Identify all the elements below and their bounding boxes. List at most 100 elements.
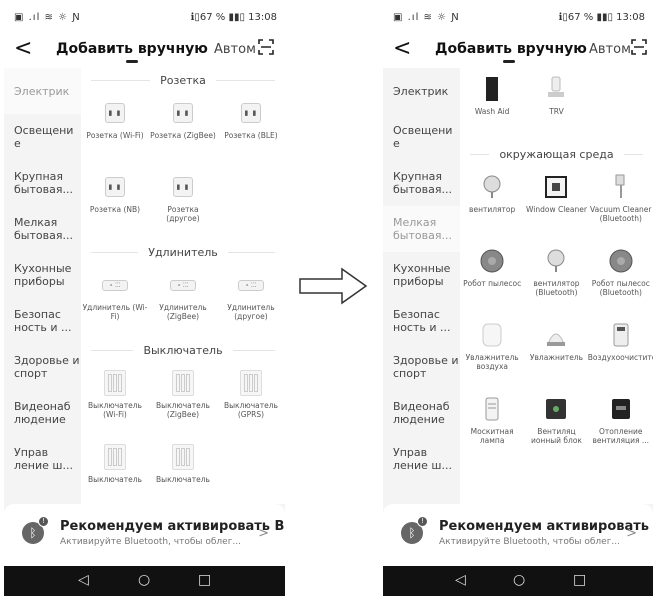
bluetooth-banner[interactable]: ᛒ ! Рекомендуем активировать Bl... Актив… — [383, 504, 653, 566]
nav-back-icon[interactable]: ◁ — [455, 572, 466, 588]
device-label: Window Cleaner — [526, 205, 587, 214]
sidebar-item-security[interactable]: Безопас ность и ... — [4, 298, 81, 344]
status-icons: ▣ .ıl ≋ ☼ Ɲ — [14, 12, 81, 23]
nav-home-icon[interactable]: ○ — [138, 572, 150, 588]
device-switch[interactable]: Выключатель — [81, 436, 149, 504]
device-robot-vacuum-bt[interactable]: Робот пылесос (Bluetooth) — [589, 240, 653, 314]
device-strip-other[interactable]: ∘ ⁚⁚⁚ Удлинитель (другое) — [217, 264, 285, 338]
device-strip-wifi[interactable]: ∘ ⁚⁚⁚ Удлинитель (Wi-Fi) — [81, 264, 149, 338]
device-socket-nb[interactable]: ▮ ▮ Розетка (NB) — [81, 166, 149, 240]
active-tab-indicator — [503, 60, 515, 63]
robot-vacuum-icon — [480, 249, 504, 273]
tab-manual[interactable]: Добавить вручную — [56, 41, 208, 57]
back-button[interactable]: < — [14, 38, 32, 60]
device-switch-wifi[interactable]: Выключатель (Wi-Fi) — [81, 362, 149, 436]
window-cleaner-icon — [545, 176, 568, 198]
ventilation-icon — [546, 399, 567, 419]
device-socket-zigbee[interactable]: ▮ ▮ Розетка (ZigBee) — [149, 92, 217, 166]
device-air-humidifier[interactable]: Увлажнитель воздуха — [460, 314, 524, 388]
humidifier-icon — [482, 323, 502, 347]
tab-auto[interactable]: Автом — [214, 42, 256, 57]
section-title: Выключатель — [143, 343, 223, 357]
nav-back-icon[interactable]: ◁ — [78, 572, 89, 588]
thermostat-icon — [611, 399, 630, 419]
section-header: Розетка — [81, 68, 285, 92]
bluetooth-banner[interactable]: ᛒ ! Рекомендуем активировать Bl... Актив… — [4, 504, 285, 566]
device-label: Воздухоочиститель — [587, 353, 653, 362]
device-label: Розетка (Wi-Fi) — [86, 131, 144, 140]
device-label: Удлинитель (другое) — [227, 303, 275, 321]
transition-arrow-icon — [299, 267, 368, 305]
sidebar-item-health[interactable]: Здоровье и спорт — [4, 344, 81, 390]
device-fan[interactable]: вентилятор — [460, 166, 524, 240]
device-switch-gprs[interactable]: Выключатель (GPRS) — [217, 362, 285, 436]
phone-screen-right: ▣ .ıl ≋ ☼ Ɲ ℹ▯67 % ▮▮▯ 13:08 < Добавить … — [383, 0, 653, 596]
device-mosquito-lamp[interactable]: Москитная лампа — [460, 388, 524, 462]
device-trv[interactable]: TRV — [524, 68, 588, 142]
sidebar-item-video[interactable]: Видеонаб людение — [383, 390, 460, 436]
sidebar-item-lighting[interactable]: Освещени е — [4, 114, 81, 160]
sidebar-item-large-appliances[interactable]: Крупная бытовая... — [383, 160, 460, 206]
chevron-right-icon[interactable]: > — [258, 526, 269, 541]
sidebar-item-health[interactable]: Здоровье и спорт — [383, 344, 460, 390]
banner-subtitle: Активируйте Bluetooth, чтобы облег... — [60, 537, 242, 547]
humidifier-icon — [547, 333, 566, 346]
device-label: Розетка (BLE) — [224, 131, 278, 140]
sidebar-item-kitchen[interactable]: Кухонные приборы — [4, 252, 81, 298]
alert-badge: ! — [38, 516, 49, 527]
chevron-right-icon[interactable]: > — [626, 526, 637, 541]
device-air-purifier[interactable]: Воздухоочиститель — [587, 314, 653, 388]
device-switch[interactable]: Выключатель — [149, 436, 217, 504]
device-ventilation-unit[interactable]: Вентиляц ионный блок — [524, 388, 588, 462]
banner-title: Рекомендуем активировать Bl... — [439, 519, 653, 534]
device-humidifier[interactable]: Увлажнитель — [524, 314, 588, 388]
app-header: < Добавить вручную Автом — [383, 36, 653, 68]
socket-icon: ▮ ▮ — [172, 177, 193, 197]
device-wash-aid[interactable]: Wash Aid — [460, 68, 524, 142]
nav-recent-icon[interactable]: □ — [573, 572, 586, 588]
section-header: окружающая среда — [460, 142, 653, 166]
sidebar-item-kitchen[interactable]: Кухонные приборы — [383, 252, 460, 298]
sidebar-item-electric[interactable]: Электрик — [4, 68, 81, 114]
robot-vacuum-icon — [609, 249, 633, 273]
power-strip-icon: ∘ ⁚⁚⁚ — [237, 279, 264, 291]
status-battery-time: ℹ▯67 % ▮▮▯ 13:08 — [190, 12, 277, 23]
device-strip-zigbee[interactable]: ∘ ⁚⁚⁚ Удлинитель (ZigBee) — [149, 264, 217, 338]
sidebar-item-small-appliances[interactable]: Мелкая бытовая... — [383, 206, 460, 252]
switch-icon — [171, 444, 194, 470]
device-heating-ventilation[interactable]: Отопление вентиляция ... — [589, 388, 653, 462]
wash-aid-icon — [486, 77, 499, 101]
sidebar-item-large-appliances[interactable]: Крупная бытовая... — [4, 160, 81, 206]
app-header: < Добавить вручную Автом — [4, 36, 285, 68]
device-label: Увлажнитель — [529, 353, 584, 362]
sidebar-item-security[interactable]: Безопас ность и ... — [383, 298, 460, 344]
sidebar-item-electric[interactable]: Электрик — [383, 68, 460, 114]
sidebar-item-lighting[interactable]: Освещени е — [383, 114, 460, 160]
device-window-cleaner[interactable]: Window Cleaner — [524, 166, 588, 240]
device-vacuum-bt[interactable]: Vacuum Cleaner (Bluetooth) — [589, 166, 653, 240]
device-fan-bt[interactable]: вентилятор (Bluetooth) — [524, 240, 588, 314]
sidebar-item-control[interactable]: Управ ление ш... — [4, 436, 81, 482]
scan-icon[interactable] — [631, 39, 647, 55]
device-label: Увлажнитель воздуха — [465, 353, 519, 371]
device-robot-vacuum[interactable]: Робот пылесос — [460, 240, 524, 314]
nav-home-icon[interactable]: ○ — [513, 572, 525, 588]
sidebar-item-video[interactable]: Видеонаб людение — [4, 390, 81, 436]
socket-icon: ▮ ▮ — [104, 103, 125, 123]
device-label: Удлинитель (Wi-Fi) — [82, 303, 148, 321]
sidebar-item-small-appliances[interactable]: Мелкая бытовая... — [4, 206, 81, 252]
device-switch-zigbee[interactable]: Выключатель (ZigBee) — [149, 362, 217, 436]
sidebar-item-control[interactable]: Управ ление ш... — [383, 436, 460, 482]
tab-auto[interactable]: Автом — [589, 42, 631, 57]
device-label: Выключатель (Wi-Fi) — [88, 401, 142, 419]
scan-icon[interactable] — [258, 39, 274, 55]
device-socket-ble[interactable]: ▮ ▮ Розетка (BLE) — [217, 92, 285, 166]
tab-manual[interactable]: Добавить вручную — [435, 41, 587, 57]
device-socket-other[interactable]: ▮ ▮ Розетка (другое) — [149, 166, 217, 240]
section-title: окружающая среда — [499, 147, 614, 161]
mosquito-lamp-icon — [485, 397, 499, 421]
device-socket-wifi[interactable]: ▮ ▮ Розетка (Wi-Fi) — [81, 92, 149, 166]
back-button[interactable]: < — [393, 38, 411, 60]
device-list: Wash Aid TRV окружающая среда вентилятор… — [460, 68, 653, 504]
nav-recent-icon[interactable]: □ — [198, 572, 211, 588]
